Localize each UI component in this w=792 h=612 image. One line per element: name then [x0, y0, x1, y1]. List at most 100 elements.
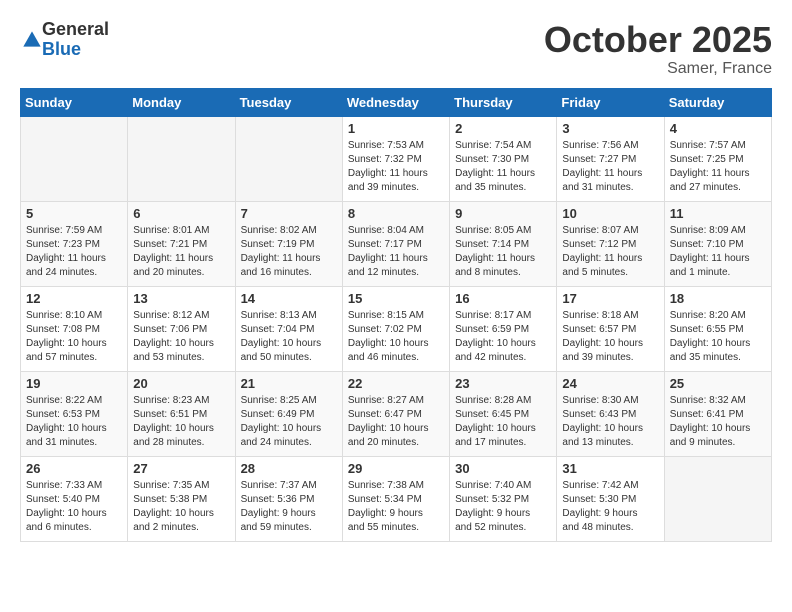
day-info: Sunrise: 8:28 AM Sunset: 6:45 PM Dayligh…	[455, 394, 551, 450]
calendar-cell: 31 Sunrise: 7:42 AM Sunset: 5:30 PM Dayli…	[557, 456, 664, 541]
title-block: October 2025 Samer, France	[544, 20, 772, 78]
calendar-cell	[235, 116, 342, 201]
day-info: Sunrise: 7:59 AM Sunset: 7:23 PM Dayligh…	[26, 224, 122, 280]
day-info: Sunrise: 8:20 AM Sunset: 6:55 PM Dayligh…	[670, 309, 766, 365]
day-info: Sunrise: 8:23 AM Sunset: 6:51 PM Dayligh…	[133, 394, 229, 450]
day-info: Sunrise: 8:02 AM Sunset: 7:19 PM Dayligh…	[241, 224, 337, 280]
day-info: Sunrise: 8:09 AM Sunset: 7:10 PM Dayligh…	[670, 224, 766, 280]
calendar-cell: 14 Sunrise: 8:13 AM Sunset: 7:04 PM Dayli…	[235, 286, 342, 371]
day-info: Sunrise: 8:04 AM Sunset: 7:17 PM Dayligh…	[348, 224, 444, 280]
calendar-cell: 15 Sunrise: 8:15 AM Sunset: 7:02 PM Dayli…	[342, 286, 449, 371]
day-info: Sunrise: 7:35 AM Sunset: 5:38 PM Dayligh…	[133, 479, 229, 535]
logo: General Blue	[20, 20, 109, 60]
calendar-cell: 22Sunrise: 8:27 AM Sunset: 6:47 PM Dayli…	[342, 371, 449, 456]
calendar-cell	[664, 456, 771, 541]
day-number: 24	[562, 376, 658, 391]
day-number: 16	[455, 291, 551, 306]
calendar-cell: 20 Sunrise: 8:23 AM Sunset: 6:51 PM Dayli…	[128, 371, 235, 456]
day-info: Sunrise: 7:38 AM Sunset: 5:34 PM Dayligh…	[348, 479, 444, 535]
calendar-cell: 19 Sunrise: 8:22 AM Sunset: 6:53 PM Dayli…	[21, 371, 128, 456]
day-info: Sunrise: 7:53 AM Sunset: 7:32 PM Dayligh…	[348, 139, 444, 195]
day-number: 31	[562, 461, 658, 476]
day-number: 8	[348, 206, 444, 221]
day-number: 12	[26, 291, 122, 306]
day-number: 14	[241, 291, 337, 306]
calendar-cell: 5 Sunrise: 7:59 AM Sunset: 7:23 PM Daylig…	[21, 201, 128, 286]
day-number: 28	[241, 461, 337, 476]
day-info: Sunrise: 8:32 AM Sunset: 6:41 PM Dayligh…	[670, 394, 766, 450]
week-row-5: 26 Sunrise: 7:33 AM Sunset: 5:40 PM Dayli…	[21, 456, 772, 541]
day-info: Sunrise: 8:30 AM Sunset: 6:43 PM Dayligh…	[562, 394, 658, 450]
day-info: Sunrise: 8:12 AM Sunset: 7:06 PM Dayligh…	[133, 309, 229, 365]
logo-general: General	[42, 20, 109, 40]
weekday-header-wednesday: Wednesday	[342, 88, 449, 116]
day-number: 9	[455, 206, 551, 221]
day-number: 21	[241, 376, 337, 391]
logo-text: General Blue	[42, 20, 109, 60]
day-info: Sunrise: 8:27 AM Sunset: 6:47 PM Dayligh…	[348, 394, 444, 450]
calendar-cell: 11 Sunrise: 8:09 AM Sunset: 7:10 PM Dayli…	[664, 201, 771, 286]
calendar-table: SundayMondayTuesdayWednesdayThursdayFrid…	[20, 88, 772, 542]
weekday-header-tuesday: Tuesday	[235, 88, 342, 116]
weekday-header-thursday: Thursday	[450, 88, 557, 116]
logo-blue: Blue	[42, 40, 109, 60]
day-number: 19	[26, 376, 122, 391]
weekday-header-sunday: Sunday	[21, 88, 128, 116]
day-number: 29	[348, 461, 444, 476]
day-info: Sunrise: 8:17 AM Sunset: 6:59 PM Dayligh…	[455, 309, 551, 365]
calendar-cell: 17 Sunrise: 8:18 AM Sunset: 6:57 PM Dayli…	[557, 286, 664, 371]
day-number: 18	[670, 291, 766, 306]
day-info: Sunrise: 8:22 AM Sunset: 6:53 PM Dayligh…	[26, 394, 122, 450]
calendar-cell: 3Sunrise: 7:56 AM Sunset: 7:27 PM Daylig…	[557, 116, 664, 201]
day-info: Sunrise: 8:01 AM Sunset: 7:21 PM Dayligh…	[133, 224, 229, 280]
day-number: 20	[133, 376, 229, 391]
day-number: 7	[241, 206, 337, 221]
day-info: Sunrise: 7:37 AM Sunset: 5:36 PM Dayligh…	[241, 479, 337, 535]
calendar-cell: 21 Sunrise: 8:25 AM Sunset: 6:49 PM Dayli…	[235, 371, 342, 456]
weekday-header-friday: Friday	[557, 88, 664, 116]
calendar-cell: 27Sunrise: 7:35 AM Sunset: 5:38 PM Dayli…	[128, 456, 235, 541]
day-number: 15	[348, 291, 444, 306]
day-number: 5	[26, 206, 122, 221]
day-number: 4	[670, 121, 766, 136]
day-number: 2	[455, 121, 551, 136]
day-info: Sunrise: 7:33 AM Sunset: 5:40 PM Dayligh…	[26, 479, 122, 535]
day-info: Sunrise: 8:18 AM Sunset: 6:57 PM Dayligh…	[562, 309, 658, 365]
day-number: 1	[348, 121, 444, 136]
calendar-cell: 25Sunrise: 8:32 AM Sunset: 6:41 PM Dayli…	[664, 371, 771, 456]
day-number: 10	[562, 206, 658, 221]
day-info: Sunrise: 8:07 AM Sunset: 7:12 PM Dayligh…	[562, 224, 658, 280]
day-info: Sunrise: 7:42 AM Sunset: 5:30 PM Dayligh…	[562, 479, 658, 535]
calendar-cell: 13Sunrise: 8:12 AM Sunset: 7:06 PM Dayli…	[128, 286, 235, 371]
calendar-cell: 9Sunrise: 8:05 AM Sunset: 7:14 PM Daylig…	[450, 201, 557, 286]
day-info: Sunrise: 8:25 AM Sunset: 6:49 PM Dayligh…	[241, 394, 337, 450]
day-info: Sunrise: 7:40 AM Sunset: 5:32 PM Dayligh…	[455, 479, 551, 535]
day-info: Sunrise: 8:13 AM Sunset: 7:04 PM Dayligh…	[241, 309, 337, 365]
day-number: 3	[562, 121, 658, 136]
week-row-1: 1 Sunrise: 7:53 AM Sunset: 7:32 PM Daylig…	[21, 116, 772, 201]
calendar-cell: 28 Sunrise: 7:37 AM Sunset: 5:36 PM Dayli…	[235, 456, 342, 541]
day-info: Sunrise: 7:57 AM Sunset: 7:25 PM Dayligh…	[670, 139, 766, 195]
calendar-cell: 4 Sunrise: 7:57 AM Sunset: 7:25 PM Daylig…	[664, 116, 771, 201]
calendar-cell: 24 Sunrise: 8:30 AM Sunset: 6:43 PM Dayli…	[557, 371, 664, 456]
calendar-cell: 6 Sunrise: 8:01 AM Sunset: 7:21 PM Daylig…	[128, 201, 235, 286]
day-number: 11	[670, 206, 766, 221]
day-number: 17	[562, 291, 658, 306]
day-info: Sunrise: 7:54 AM Sunset: 7:30 PM Dayligh…	[455, 139, 551, 195]
week-row-2: 5 Sunrise: 7:59 AM Sunset: 7:23 PM Daylig…	[21, 201, 772, 286]
calendar-cell: 30 Sunrise: 7:40 AM Sunset: 5:32 PM Dayli…	[450, 456, 557, 541]
calendar-cell	[21, 116, 128, 201]
weekday-header-row: SundayMondayTuesdayWednesdayThursdayFrid…	[21, 88, 772, 116]
calendar-cell	[128, 116, 235, 201]
day-info: Sunrise: 8:15 AM Sunset: 7:02 PM Dayligh…	[348, 309, 444, 365]
day-number: 26	[26, 461, 122, 476]
day-number: 6	[133, 206, 229, 221]
calendar-cell: 7 Sunrise: 8:02 AM Sunset: 7:19 PM Daylig…	[235, 201, 342, 286]
calendar-cell: 10 Sunrise: 8:07 AM Sunset: 7:12 PM Dayli…	[557, 201, 664, 286]
day-number: 30	[455, 461, 551, 476]
calendar-cell: 1 Sunrise: 7:53 AM Sunset: 7:32 PM Daylig…	[342, 116, 449, 201]
location: Samer, France	[544, 60, 772, 78]
calendar-cell: 8 Sunrise: 8:04 AM Sunset: 7:17 PM Daylig…	[342, 201, 449, 286]
calendar-cell: 16 Sunrise: 8:17 AM Sunset: 6:59 PM Dayli…	[450, 286, 557, 371]
month-title: October 2025	[544, 20, 772, 60]
